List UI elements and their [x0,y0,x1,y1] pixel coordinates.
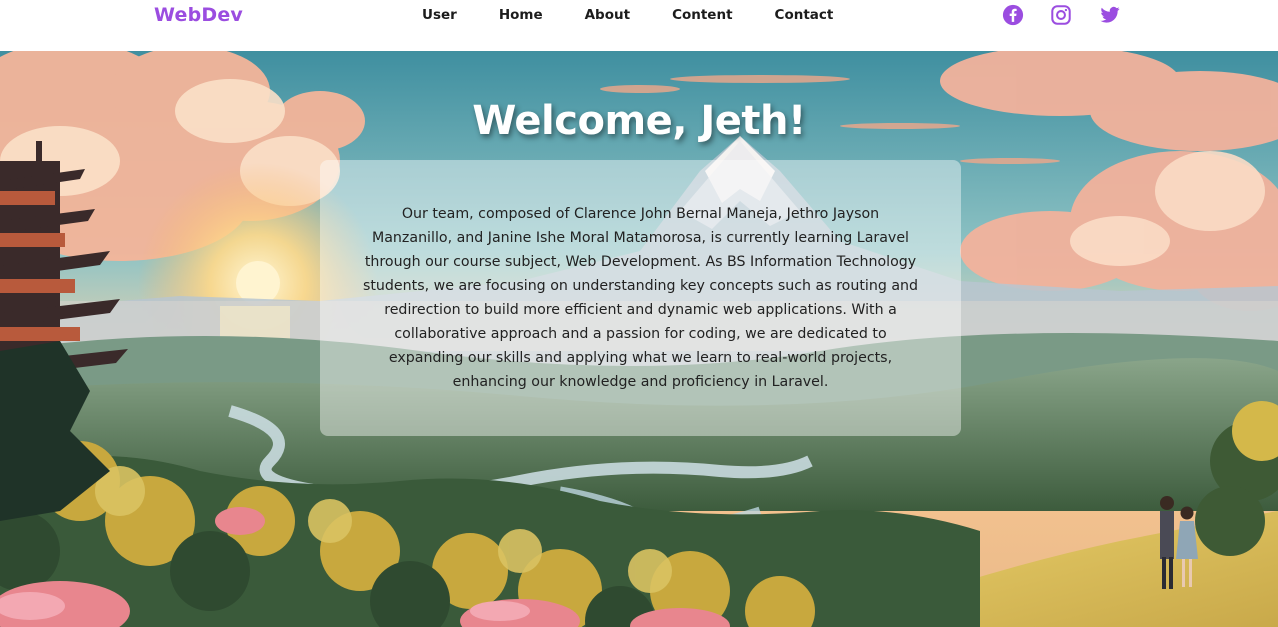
twitter-icon[interactable] [1099,4,1121,26]
instagram-icon[interactable] [1050,4,1072,26]
hero-section: Welcome, Jeth! Our team, composed of Cla… [0,51,1278,627]
facebook-icon[interactable] [1002,4,1024,26]
nav-links: User Home About Content Contact [422,7,833,23]
team-description: Our team, composed of Clarence John Bern… [362,206,919,390]
brand-logo[interactable]: WebDev [154,4,243,26]
welcome-heading: Welcome, Jeth! [472,98,806,144]
nav-link-contact[interactable]: Contact [775,7,834,23]
nav-link-about[interactable]: About [585,7,630,23]
nav-link-content[interactable]: Content [672,7,732,23]
nav-link-home[interactable]: Home [499,7,543,23]
navbar: WebDev User Home About Content Contact [0,0,1278,51]
about-card: Our team, composed of Clarence John Bern… [320,160,961,436]
nav-link-user[interactable]: User [422,7,457,23]
